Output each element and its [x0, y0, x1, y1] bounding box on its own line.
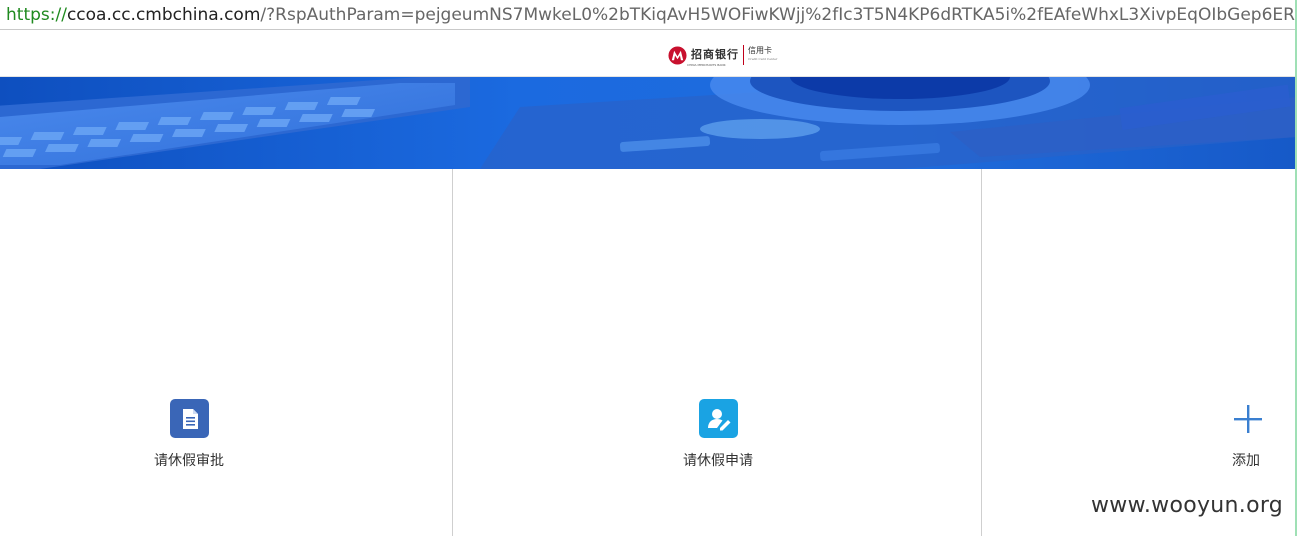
- app-tile-add[interactable]: 添加: [983, 169, 1297, 536]
- url-text[interactable]: https://ccoa.cc.cmbchina.com/?RspAuthPar…: [6, 5, 1297, 25]
- url-path: /?RspAuthParam=pejgeumNS7MwkeL0%2bTKiqAv…: [260, 4, 1297, 25]
- watermark: www.wooyun.org: [1091, 493, 1284, 518]
- site-header: 招商银行 CHINA MERCHANTS BANK 信用卡 Credit Car…: [0, 31, 1297, 77]
- logo-subtitle-cn: 信用卡: [748, 46, 772, 55]
- url-scheme: https://: [6, 4, 67, 25]
- app-label-leave-request: 请休假申请: [683, 453, 753, 469]
- bank-logo[interactable]: 招商银行 CHINA MERCHANTS BANK 信用卡 Credit Car…: [668, 44, 777, 67]
- plus-icon[interactable]: [1228, 399, 1267, 438]
- logo-subtitle-en: Credit Card Center: [748, 57, 778, 61]
- logo-chinese-name: 招商银行: [691, 48, 739, 61]
- app-grid: 请休假审批 请休假申请 添加: [0, 169, 1297, 536]
- app-label-add: 添加: [1232, 453, 1260, 469]
- banner-illustration: [0, 77, 1297, 169]
- logo-english-name: CHINA MERCHANTS BANK: [687, 63, 726, 67]
- address-bar[interactable]: https://ccoa.cc.cmbchina.com/?RspAuthPar…: [0, 0, 1297, 30]
- bank-logo-icon: [668, 45, 687, 65]
- user-edit-icon[interactable]: [699, 399, 738, 438]
- app-tile-leave-request[interactable]: 请休假申请: [454, 169, 982, 536]
- app-tile-leave-approval[interactable]: 请休假审批: [0, 169, 453, 536]
- page: https://ccoa.cc.cmbchina.com/?RspAuthPar…: [0, 0, 1297, 536]
- url-host: ccoa.cc.cmbchina.com: [66, 4, 261, 25]
- header-banner: [0, 77, 1297, 169]
- logo-subtitle: 信用卡 Credit Card Center: [748, 46, 777, 64]
- app-label-leave-approval: 请休假审批: [154, 453, 224, 469]
- logo-divider: [743, 45, 744, 65]
- document-icon[interactable]: [170, 399, 209, 438]
